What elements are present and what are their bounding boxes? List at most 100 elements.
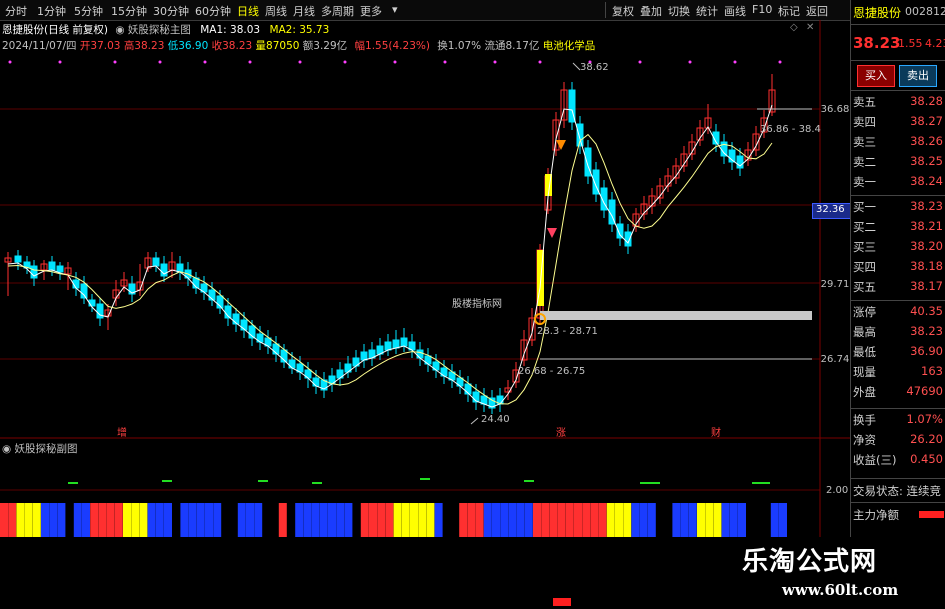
bid-value: 38.18 [910,259,943,273]
sub-bar [565,503,574,537]
price-change-pct: 4.23 [925,37,945,50]
sub-green-mark [312,482,322,484]
bid-label: 买一 [853,200,876,214]
ask-label: 卖五 [853,95,876,109]
price-change: 1.55 [898,37,923,50]
sub-bar [606,503,615,537]
diamond-icon [556,140,566,150]
stat-value: 163 [921,364,943,378]
kline-chart[interactable] [0,0,850,609]
ask-row: 卖五 38.28 [853,94,945,114]
sub-bar [196,503,205,537]
stat2-row: 收益(三) 0.450 [853,452,945,472]
sub-bar [541,503,550,537]
sub-bar [631,503,640,537]
sell-button[interactable]: 卖出 [899,65,937,87]
signal-dot [393,60,397,64]
stat-value: 36.90 [910,344,943,358]
bid-label: 买五 [853,280,876,294]
sub-bar [459,503,468,537]
stat-row: 现量 163 [853,364,945,384]
sub-bar [155,503,164,537]
sub-bar [688,503,697,537]
peak-label: 38.62 [580,62,609,73]
sub-bar [516,503,525,537]
buy-button[interactable]: 买入 [857,65,895,87]
stat-value: 40.35 [910,304,943,318]
candle-body [392,339,400,349]
sub-axis-tick: 2.00 [826,485,849,496]
sub-bar [205,503,213,537]
quote-panel: 恩捷股份 002812 38.23 1.55 4.23 买入 卖出 卖五 38.2… [850,0,945,609]
signal-dots [8,60,782,64]
mid-range-label: 28.3 - 28.71 [537,326,598,337]
ask-value: 38.25 [910,154,943,168]
support-band [540,311,812,320]
close-icon[interactable]: ✕ [806,22,814,33]
sub-bar [500,503,509,537]
bid-row: 买二 38.21 [853,219,945,239]
sub-green-mark [162,480,172,482]
sub-bar [615,503,623,537]
price-tick: 26.74 [820,354,850,365]
range-high-label: 36.86 - 38.4 [760,124,821,135]
sub-green-mark [258,480,268,482]
main-flow-bar [919,511,944,518]
sub-chart-title[interactable]: 妖股探秘副图 [15,443,78,455]
candle-body [416,349,424,359]
stat-value: 47690 [906,384,943,398]
sub-bar [410,503,418,537]
bid-value: 38.21 [910,219,943,233]
ask-value: 38.28 [910,94,943,108]
sub-bar [114,503,123,537]
sub-bar [426,503,435,537]
bid-row: 买五 38.17 [853,279,945,299]
stock-code: 002812 [905,5,945,18]
signal-dot [158,60,162,64]
sub-bar [278,503,287,537]
candles [4,74,776,414]
stat2-label: 净资 [853,433,876,447]
sub-bar [492,503,500,537]
stat-label: 现量 [853,365,876,379]
sub-bar [705,503,714,537]
sub-green-mark [68,482,78,484]
stat-row: 最低 36.90 [853,344,945,364]
sub-bar [90,503,99,537]
sub-bar [237,503,246,537]
sub-bar [213,503,222,537]
price-tick: 36.68 [820,104,850,115]
current-price-tick: 32.36 [816,204,845,215]
sub-chart-header: ◉ 妖股探秘副图 [2,441,78,456]
sub-green-mark [524,480,534,482]
sub-bar [713,503,722,537]
stock-name: 恩捷股份 [853,6,902,20]
sub-bar [0,503,8,537]
stat-label: 最高 [853,325,876,339]
sub-bar [16,503,25,537]
trade-status: 交易状态: 连续竞 [853,484,942,498]
sub-bar [475,503,484,537]
ask-label: 卖一 [853,175,876,189]
sub-bar [336,503,345,537]
peak-arrow [572,62,581,71]
indicator-icon: ◉ [2,443,12,455]
sub-bar [180,503,189,537]
sub-bar [401,503,410,537]
sub-bar [98,503,107,537]
sub-bar [57,503,66,537]
signal-dot [443,60,447,64]
sub-green-mark [760,482,770,484]
signal-dot [538,60,542,64]
bid-value: 38.20 [910,239,943,253]
event-label: 增 [117,428,127,439]
diamond-outline-icon[interactable]: ◇ [790,22,798,33]
sub-green-mark [420,478,430,480]
event-label: 涨 [556,428,566,439]
ask-label: 卖二 [853,155,876,169]
candle-body [56,265,64,273]
candle-body [14,255,22,263]
sub-bar [73,503,82,537]
bid-label: 买三 [853,240,876,254]
signal-dot [248,60,252,64]
